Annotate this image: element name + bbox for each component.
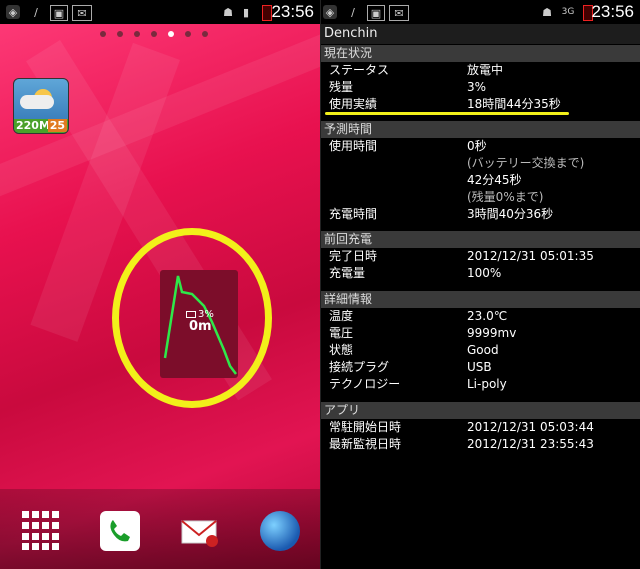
home-screen: ◈ ∕ ▣ ✉ ☗ ▮ 23:56 220M 25 3% 0m [0, 0, 320, 569]
status-bar: ◈ ∕ ▣ ✉ ☗ 3G 23:56 [321, 0, 640, 24]
cloud-icon [20, 95, 54, 109]
info-row: (バッテリー交換まで) [467, 156, 585, 170]
info-row: 温度 23.0℃ [329, 309, 508, 323]
battery-remaining: 0m [189, 319, 212, 334]
image-notification-icon: ▣ [50, 5, 68, 21]
phone-icon[interactable] [100, 511, 140, 551]
info-row: 完了日時 2012/12/31 05:01:35 [329, 249, 594, 263]
info-row: 充電時間 3時間40分36秒 [329, 207, 554, 221]
section-header: 予測時間 [321, 121, 640, 138]
info-row: 使用時間 0秒 [329, 139, 487, 153]
mail-icon[interactable] [180, 511, 220, 551]
weather-temperature: 25 [47, 119, 67, 132]
page-dot [117, 31, 123, 37]
weather-widget[interactable]: 220M 25 [13, 78, 69, 134]
app-title: Denchin [321, 24, 640, 44]
mail-notification-icon: ✉ [389, 5, 409, 21]
app-notification-icon: ◈ [6, 5, 20, 19]
signal-notification-icon: ∕ [351, 5, 355, 19]
clock: 23:56 [271, 2, 314, 21]
info-row: 接続プラグ USB [329, 360, 492, 374]
section-header: 詳細情報 [321, 291, 640, 308]
network-type: 3G [561, 7, 575, 17]
app-drawer-icon[interactable] [22, 511, 62, 551]
clock: 23:56 [591, 2, 634, 21]
dock [0, 489, 320, 569]
weather-altitude: 220M [16, 119, 50, 132]
status-bar: ◈ ∕ ▣ ✉ ☗ ▮ 23:56 [0, 0, 320, 24]
info-row: 最新監視日時 2012/12/31 23:55:43 [329, 437, 594, 451]
info-row: (残量0%まで) [467, 190, 544, 204]
info-row: 使用実績 18時間44分35秒 [329, 97, 561, 111]
denchin-app: ◈ ∕ ▣ ✉ ☗ 3G 23:56 Denchin 現在状況 ステータス 放電中… [321, 0, 640, 569]
image-notification-icon: ▣ [367, 5, 385, 21]
browser-globe-icon[interactable] [260, 511, 300, 551]
info-row: 充電量 100% [329, 266, 502, 280]
section-header: 現在状況 [321, 45, 640, 62]
info-row: ステータス 放電中 [329, 63, 504, 77]
info-row: 状態 Good [329, 343, 499, 357]
android-icon: ☗ [542, 5, 552, 19]
section-header: 前回充電 [321, 231, 640, 248]
page-dot [202, 31, 208, 37]
signal-notification-icon: ∕ [34, 5, 38, 19]
app-notification-icon: ◈ [323, 5, 337, 19]
info-row: 42分45秒 [467, 173, 522, 187]
android-icon: ☗ [223, 5, 233, 19]
signal-icon: ▮ [242, 5, 250, 19]
page-dot [185, 31, 191, 37]
page-dot-active [168, 31, 174, 37]
info-row: 残量 3% [329, 80, 487, 94]
info-row: 常駐開始日時 2012/12/31 05:03:44 [329, 420, 594, 434]
section-header: アプリ [321, 402, 640, 419]
info-row: テクノロジー Li-poly [329, 377, 507, 391]
page-dot [134, 31, 140, 37]
battery-graph-widget[interactable]: 3% 0m [160, 270, 238, 378]
highlight-underline [325, 112, 569, 115]
info-row: 電圧 9999mv [329, 326, 517, 340]
page-dot [100, 31, 106, 37]
mail-notification-icon: ✉ [72, 5, 92, 21]
page-indicator [100, 31, 208, 37]
page-dot [151, 31, 157, 37]
